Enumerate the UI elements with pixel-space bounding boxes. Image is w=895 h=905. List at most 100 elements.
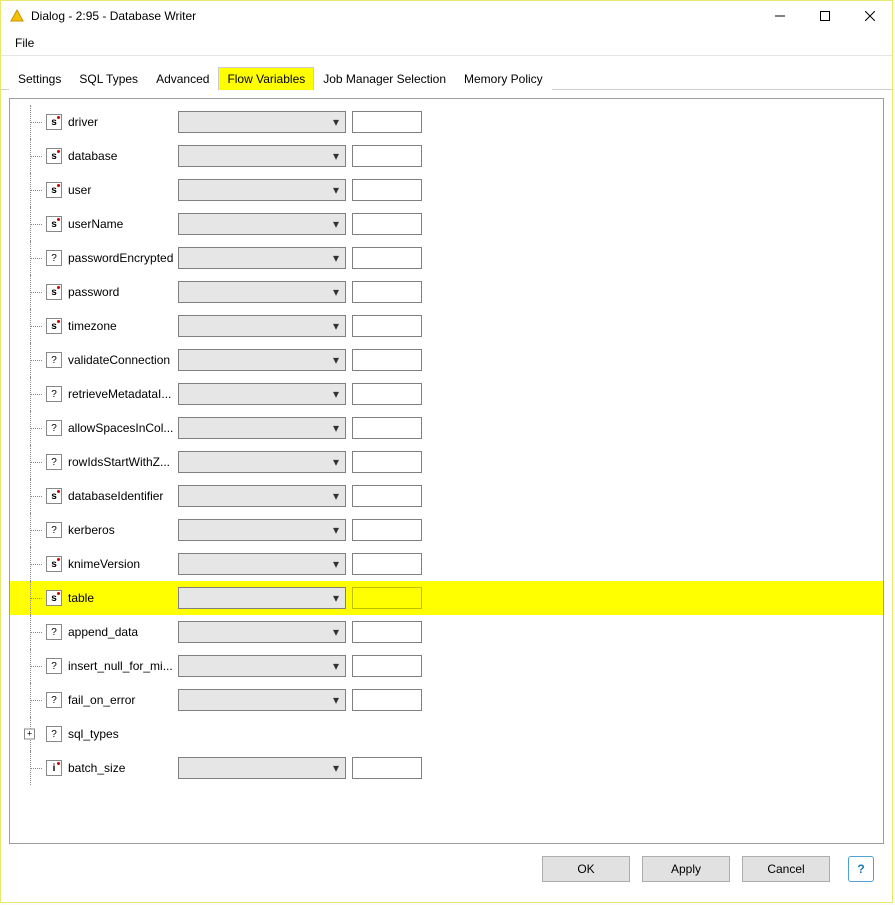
var-row-kerberos: ?kerberos▾ bbox=[10, 513, 883, 547]
cancel-button[interactable]: Cancel bbox=[742, 856, 830, 882]
var-text-input[interactable] bbox=[352, 553, 422, 575]
var-combo[interactable]: ▾ bbox=[178, 621, 346, 643]
chevron-down-icon: ▾ bbox=[327, 455, 345, 469]
dialog-window: Dialog - 2:95 - Database Writer File Set… bbox=[0, 0, 893, 903]
var-text-input[interactable] bbox=[352, 757, 422, 779]
var-row-database: s database ▾ bbox=[10, 139, 883, 173]
tab-advanced[interactable]: Advanced bbox=[147, 67, 218, 90]
var-text-input[interactable] bbox=[352, 587, 422, 609]
var-text-input[interactable] bbox=[352, 179, 422, 201]
var-text-input[interactable] bbox=[352, 111, 422, 133]
close-button[interactable] bbox=[847, 2, 892, 30]
var-text-input[interactable] bbox=[352, 247, 422, 269]
button-bar: OK Apply Cancel ? bbox=[9, 844, 884, 894]
var-row-databaseIdentifier: sdatabaseIdentifier▾ bbox=[10, 479, 883, 513]
var-row-append-data: ?append_data▾ bbox=[10, 615, 883, 649]
var-combo[interactable]: ▾ bbox=[178, 757, 346, 779]
var-text-input[interactable] bbox=[352, 417, 422, 439]
var-row-table: stable▾ bbox=[10, 581, 883, 615]
var-text-input[interactable] bbox=[352, 519, 422, 541]
chevron-down-icon: ▾ bbox=[327, 217, 345, 231]
tab-flow-variables[interactable]: Flow Variables bbox=[218, 67, 314, 90]
string-type-icon: s bbox=[46, 148, 62, 164]
var-text-input[interactable] bbox=[352, 315, 422, 337]
var-text-input[interactable] bbox=[352, 145, 422, 167]
var-label: allowSpacesInCol... bbox=[66, 421, 178, 435]
tree-guide bbox=[10, 649, 46, 683]
var-combo[interactable]: ▾ bbox=[178, 315, 346, 337]
help-button[interactable]: ? bbox=[848, 856, 874, 882]
ok-button[interactable]: OK bbox=[542, 856, 630, 882]
tree-guide bbox=[10, 547, 46, 581]
chevron-down-icon: ▾ bbox=[327, 625, 345, 639]
var-row-passwordEncrypted: ?passwordEncrypted▾ bbox=[10, 241, 883, 275]
var-combo[interactable]: ▾ bbox=[178, 553, 346, 575]
chevron-down-icon: ▾ bbox=[327, 319, 345, 333]
apply-button[interactable]: Apply bbox=[642, 856, 730, 882]
maximize-button[interactable] bbox=[802, 2, 847, 30]
var-combo[interactable]: ▾ bbox=[178, 485, 346, 507]
chevron-down-icon: ▾ bbox=[327, 149, 345, 163]
var-text-input[interactable] bbox=[352, 485, 422, 507]
var-row-allowSpacesInCol-: ?allowSpacesInCol...▾ bbox=[10, 411, 883, 445]
var-combo[interactable]: ▾ bbox=[178, 655, 346, 677]
var-combo[interactable]: ▾ bbox=[178, 417, 346, 439]
chevron-down-icon: ▾ bbox=[327, 183, 345, 197]
var-combo[interactable]: ▾ bbox=[178, 145, 346, 167]
var-label: database bbox=[66, 149, 178, 163]
unknown-type-icon: ? bbox=[46, 658, 62, 674]
unknown-type-icon: ? bbox=[46, 726, 62, 742]
tree-guide bbox=[10, 411, 46, 445]
var-text-input[interactable] bbox=[352, 655, 422, 677]
string-type-icon: s bbox=[46, 284, 62, 300]
var-text-input[interactable] bbox=[352, 349, 422, 371]
var-row-rowIdsStartWithZ-: ?rowIdsStartWithZ...▾ bbox=[10, 445, 883, 479]
tree-guide bbox=[10, 105, 46, 139]
tree-guide bbox=[10, 139, 46, 173]
var-combo[interactable]: ▾ bbox=[178, 179, 346, 201]
tree-guide bbox=[10, 343, 46, 377]
expand-icon[interactable]: + bbox=[24, 729, 35, 740]
menu-file[interactable]: File bbox=[7, 34, 42, 52]
var-text-input[interactable] bbox=[352, 451, 422, 473]
var-text-input[interactable] bbox=[352, 689, 422, 711]
var-text-input[interactable] bbox=[352, 281, 422, 303]
var-label: userName bbox=[66, 217, 178, 231]
var-text-input[interactable] bbox=[352, 621, 422, 643]
var-text-input[interactable] bbox=[352, 383, 422, 405]
var-combo[interactable]: ▾ bbox=[178, 587, 346, 609]
tab-settings[interactable]: Settings bbox=[9, 67, 70, 90]
var-row-userName: suserName▾ bbox=[10, 207, 883, 241]
menubar: File bbox=[1, 31, 892, 56]
var-combo[interactable]: ▾ bbox=[178, 689, 346, 711]
minimize-button[interactable] bbox=[757, 2, 802, 30]
unknown-type-icon: ? bbox=[46, 250, 62, 266]
var-row-validateConnection: ?validateConnection▾ bbox=[10, 343, 883, 377]
var-label: append_data bbox=[66, 625, 178, 639]
var-label: kerberos bbox=[66, 523, 178, 537]
tree-guide bbox=[10, 615, 46, 649]
var-combo[interactable]: ▾ bbox=[178, 281, 346, 303]
chevron-down-icon: ▾ bbox=[327, 387, 345, 401]
unknown-type-icon: ? bbox=[46, 692, 62, 708]
tree-guide bbox=[10, 241, 46, 275]
var-combo[interactable]: ▾ bbox=[178, 247, 346, 269]
var-row-fail-on-error: ?fail_on_error▾ bbox=[10, 683, 883, 717]
var-combo[interactable]: ▾ bbox=[178, 213, 346, 235]
var-combo[interactable]: ▾ bbox=[178, 383, 346, 405]
tree-guide bbox=[10, 513, 46, 547]
var-row-password: spassword▾ bbox=[10, 275, 883, 309]
var-row-driver: sdriver▾ bbox=[10, 105, 883, 139]
var-combo[interactable]: ▾ bbox=[178, 349, 346, 371]
var-combo[interactable]: ▾ bbox=[178, 111, 346, 133]
tab-sql-types[interactable]: SQL Types bbox=[70, 67, 147, 90]
var-combo[interactable]: ▾ bbox=[178, 519, 346, 541]
tab-job-manager[interactable]: Job Manager Selection bbox=[314, 67, 455, 90]
var-row-knimeVersion: sknimeVersion▾ bbox=[10, 547, 883, 581]
string-type-icon: s bbox=[46, 182, 62, 198]
var-text-input[interactable] bbox=[352, 213, 422, 235]
var-label: batch_size bbox=[66, 761, 178, 775]
tree-guide bbox=[10, 207, 46, 241]
tab-memory-policy[interactable]: Memory Policy bbox=[455, 67, 552, 90]
var-combo[interactable]: ▾ bbox=[178, 451, 346, 473]
